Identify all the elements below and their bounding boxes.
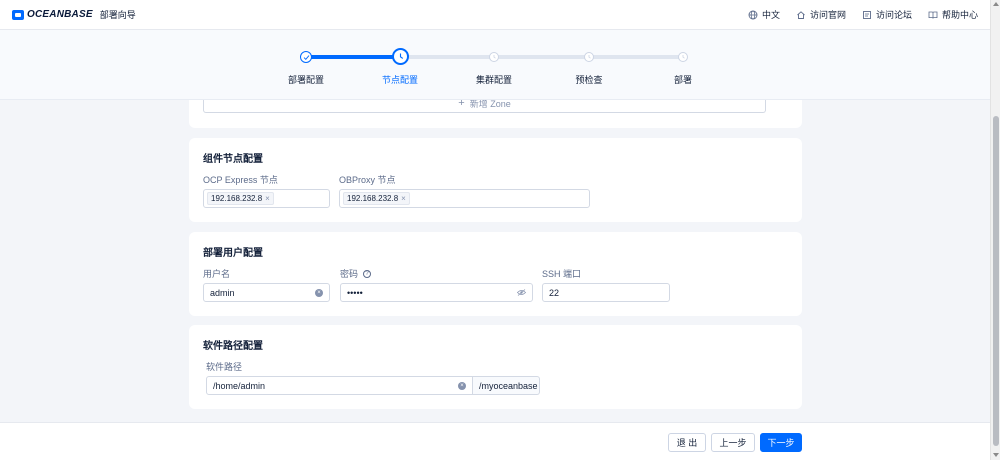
forum-label: 访问论坛	[875, 10, 912, 20]
eye-invisible-icon[interactable]	[516, 288, 527, 298]
forum-link[interactable]: 访问论坛	[862, 8, 912, 21]
ocp-express-tag-text: 192.168.232.8	[211, 194, 263, 203]
clock-icon	[588, 55, 591, 59]
ssh-port-input[interactable]: 22	[542, 283, 670, 302]
software-path-input[interactable]: /home/admin ×	[206, 376, 473, 395]
step-1-label: 部署配置	[287, 75, 324, 85]
page-scrollbar[interactable]	[990, 0, 1000, 460]
official-site-label: 访问官网	[809, 10, 846, 20]
step-3-label: 集群配置	[475, 75, 512, 85]
software-path-card: 软件路径配置 软件路径 /home/admin × /myoceanbase	[189, 325, 802, 409]
clock-icon	[493, 55, 496, 59]
obproxy-label: OBProxy 节点	[339, 175, 396, 185]
password-label: 密码 ?	[340, 267, 372, 280]
help-center-label: 帮助中心	[941, 10, 978, 20]
scroll-thumb[interactable]	[993, 116, 999, 446]
help-center-link[interactable]: 帮助中心	[928, 8, 978, 21]
ssh-port-label: SSH 端口	[542, 269, 582, 279]
obproxy-tag-text: 192.168.232.8	[347, 194, 399, 203]
password-label-text: 密码	[340, 269, 359, 279]
password-input[interactable]: •••••	[340, 283, 533, 302]
step-3-node	[489, 52, 499, 62]
step-connector-pending	[400, 55, 683, 59]
clock-icon	[399, 53, 404, 59]
scroll-down-icon[interactable]	[993, 453, 999, 457]
username-label: 用户名	[203, 269, 231, 279]
question-icon[interactable]: ?	[363, 269, 372, 278]
step-2-node	[392, 48, 409, 65]
software-path-label: 软件路径	[206, 362, 243, 372]
step-4-label: 预检查	[575, 75, 603, 85]
username-value: admin	[210, 287, 235, 298]
clock-icon	[682, 55, 685, 59]
globe-icon	[748, 10, 758, 20]
step-2-label: 节点配置	[381, 75, 418, 85]
obproxy-select[interactable]: 192.168.232.8 ×	[339, 189, 590, 208]
brand: OCEANBASE 部署向导	[12, 8, 136, 21]
book-icon	[928, 10, 938, 20]
home-icon	[796, 10, 806, 20]
footer-bar: 退 出 上一步 下一步	[0, 422, 990, 460]
step-5-label: 部署	[673, 75, 692, 85]
software-path-value: /home/admin	[213, 380, 266, 391]
forum-icon	[862, 10, 872, 20]
ocp-express-select[interactable]: 192.168.232.8 ×	[203, 189, 330, 208]
software-path-title: 软件路径配置	[203, 341, 263, 352]
step-progress: 部署配置 节点配置 集群配置 预检查 部署	[0, 30, 990, 100]
component-nodes-card: 组件节点配置 OCP Express 节点 192.168.232.8 × OB…	[189, 138, 802, 222]
exit-button[interactable]: 退 出	[668, 433, 706, 452]
top-header: OCEANBASE 部署向导 中文 访问官网 访问论坛 帮助中心	[0, 0, 990, 30]
ssh-port-value: 22	[549, 287, 560, 298]
step-5-node	[678, 52, 688, 62]
brand-logo-text: OCEANBASE	[27, 9, 93, 20]
clear-icon[interactable]: ×	[315, 288, 323, 297]
previous-step-button[interactable]: 上一步	[711, 433, 755, 452]
deploy-user-card: 部署用户配置 用户名 admin × 密码 ? ••••• SSH 端口 22	[189, 232, 802, 316]
step-4-node	[584, 52, 594, 62]
obproxy-tag: 192.168.232.8 ×	[343, 192, 410, 205]
check-icon	[303, 54, 309, 60]
header-links: 中文 访问官网 访问论坛 帮助中心	[732, 8, 978, 21]
language-label: 中文	[761, 10, 780, 20]
official-site-link[interactable]: 访问官网	[796, 8, 846, 21]
username-input[interactable]: admin ×	[203, 283, 330, 302]
brand-title: 部署向导	[99, 10, 136, 20]
scroll-up-icon[interactable]	[993, 2, 999, 6]
software-path-suffix: /myoceanbase	[473, 376, 540, 395]
deploy-user-title: 部署用户配置	[203, 248, 263, 259]
ocp-express-label: OCP Express 节点	[203, 175, 278, 185]
clear-icon[interactable]: ×	[458, 381, 466, 390]
step-1-node	[300, 51, 312, 63]
password-value: •••••	[347, 287, 363, 298]
next-step-button[interactable]: 下一步	[760, 433, 802, 452]
oceanbase-logo-icon	[12, 9, 24, 20]
tag-close-icon[interactable]: ×	[401, 194, 406, 203]
tag-close-icon[interactable]: ×	[265, 194, 270, 203]
language-switch[interactable]: 中文	[748, 8, 780, 21]
component-nodes-title: 组件节点配置	[203, 154, 263, 165]
step-connector-done	[306, 55, 400, 59]
ocp-express-tag: 192.168.232.8 ×	[207, 192, 274, 205]
